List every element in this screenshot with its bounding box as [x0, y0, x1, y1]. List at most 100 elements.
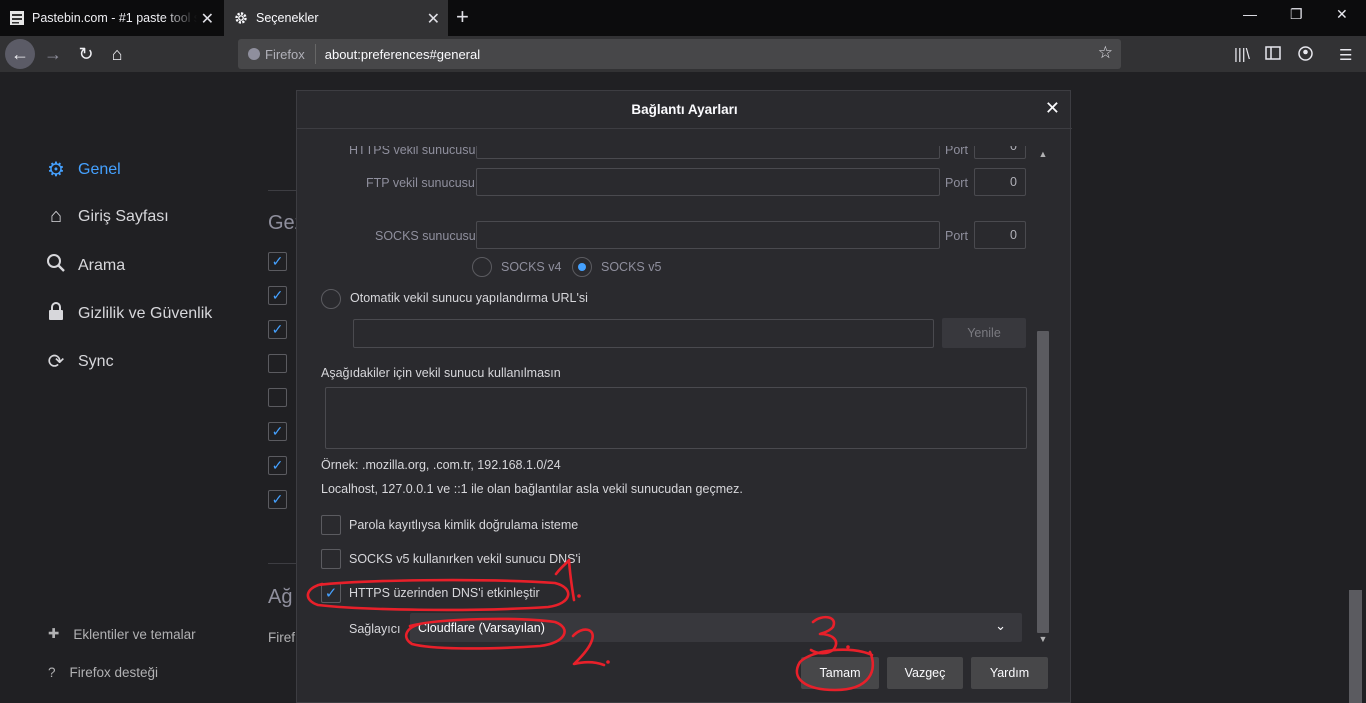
- background-checkbox[interactable]: ✓: [268, 456, 287, 475]
- nav-bar: ← → ↻ ⌂ Firefox about:preferences#genera…: [0, 36, 1366, 72]
- sidebar-item-label: Arama: [78, 257, 126, 274]
- scroll-up-icon[interactable]: ▲: [1037, 149, 1049, 159]
- sync-icon: ⟳: [47, 351, 65, 373]
- background-checkbox[interactable]: ✓: [268, 490, 287, 509]
- back-button[interactable]: ←: [5, 39, 35, 69]
- section-text: Firef: [268, 630, 295, 645]
- ftp-proxy-label: FTP vekil sunucusu: [366, 176, 475, 190]
- minimize-button[interactable]: —: [1243, 6, 1257, 22]
- bookmark-star-icon[interactable]: ☆: [1098, 43, 1113, 63]
- section-heading: Ağ: [268, 586, 293, 608]
- sidebar-icon[interactable]: [1265, 46, 1281, 64]
- cancel-button[interactable]: Vazgeç: [887, 657, 963, 689]
- close-icon[interactable]: ✕: [1045, 98, 1060, 119]
- no-auth-prompt-label: Parola kayıtlıysa kimlik doğrulama istem…: [349, 518, 579, 532]
- scroll-down-icon[interactable]: ▼: [1037, 634, 1049, 644]
- background-checkbox[interactable]: [268, 388, 287, 407]
- new-tab-button[interactable]: +: [456, 4, 469, 30]
- socks-v4-radio[interactable]: [472, 257, 492, 277]
- restore-button[interactable]: ❐: [1290, 6, 1303, 23]
- connection-settings-dialog: Bağlantı Ayarları ✕ HTTPS vekil sunucusu…: [296, 90, 1072, 703]
- dns-over-https-label: HTTPS üzerinden DNS'i etkinleştir: [349, 586, 540, 600]
- divider: [268, 190, 296, 191]
- close-tab-icon[interactable]: ✕: [201, 9, 214, 29]
- home-icon: ⌂: [111, 43, 123, 64]
- ok-button[interactable]: Tamam: [801, 657, 879, 689]
- lock-icon: [44, 301, 68, 327]
- socks-host-input[interactable]: [476, 221, 940, 249]
- reload-button[interactable]: ↻: [71, 39, 101, 69]
- dialog-title: Bağlantı Ayarları: [297, 91, 1072, 129]
- help-button[interactable]: Yardım: [971, 657, 1048, 689]
- page-scrollbar[interactable]: [1349, 590, 1362, 703]
- sidebar-item-label: Sync: [78, 352, 114, 370]
- url-text[interactable]: about:preferences#general: [316, 47, 480, 62]
- pastebin-favicon-icon: [10, 11, 24, 25]
- sidebar-item-search[interactable]: Arama: [44, 253, 125, 279]
- search-icon: [44, 253, 68, 279]
- no-auth-prompt-checkbox[interactable]: [321, 515, 341, 535]
- gear-icon: ⚙: [47, 159, 65, 181]
- background-checkbox[interactable]: ✓: [268, 320, 287, 339]
- socks-port-input[interactable]: 0: [974, 221, 1026, 249]
- background-checkbox[interactable]: [268, 354, 287, 373]
- account-icon[interactable]: [1298, 46, 1313, 65]
- tab-strip: Pastebin.com - #1 paste tool since 2002!…: [0, 0, 1366, 36]
- sidebar-item-sync[interactable]: ⟳ Sync: [44, 349, 114, 374]
- sidebar-item-general[interactable]: ⚙ Genel: [44, 157, 121, 182]
- port-label: Port: [945, 229, 968, 243]
- sidebar-item-label: Giriş Sayfası: [78, 207, 169, 225]
- socks-host-label: SOCKS sunucusu: [375, 229, 476, 243]
- socks-v5-label: SOCKS v5: [601, 260, 662, 274]
- sidebar-item-label: Gizlilik ve Güvenlik: [78, 305, 213, 322]
- footer-link-label: Eklentiler ve temalar: [73, 626, 196, 642]
- forward-button[interactable]: →: [38, 39, 68, 69]
- sidebar-item-label: Genel: [78, 160, 121, 178]
- footer-link-addons[interactable]: ✚ Eklentiler ve temalar: [48, 626, 196, 642]
- no-proxy-textarea[interactable]: [325, 387, 1027, 449]
- auto-proxy-radio[interactable]: [321, 289, 341, 309]
- home-icon: ⌂: [49, 205, 63, 227]
- menu-icon[interactable]: ☰: [1339, 46, 1352, 64]
- library-icon[interactable]: |||\: [1234, 46, 1250, 63]
- localhost-note: Localhost, 127.0.0.1 ve ::1 ile olan bağ…: [321, 482, 743, 496]
- tab-preferences[interactable]: Seçenekler ✕: [224, 0, 448, 36]
- home-button[interactable]: ⌂: [102, 39, 132, 69]
- provider-label: Sağlayıcı: [349, 622, 401, 636]
- background-checkbox[interactable]: ✓: [268, 422, 287, 441]
- reload-button[interactable]: Yenile: [942, 318, 1026, 348]
- sidebar-item-home[interactable]: ⌂ Giriş Sayfası: [44, 205, 169, 228]
- chevron-down-icon: ⌄: [995, 618, 1006, 633]
- socks-dns-label: SOCKS v5 kullanırken vekil sunucu DNS'i: [349, 552, 581, 566]
- socks-v5-radio[interactable]: [572, 257, 592, 277]
- no-proxy-label: Aşağıdakiler için vekil sunucu kullanılm…: [321, 366, 561, 380]
- background-checkbox[interactable]: ✓: [268, 286, 287, 305]
- arrow-left-icon: ←: [11, 43, 29, 64]
- dialog-scrollbar-thumb[interactable]: [1037, 331, 1049, 633]
- auto-proxy-url-input[interactable]: [353, 319, 934, 348]
- puzzle-icon: ✚: [48, 626, 60, 641]
- background-checkbox[interactable]: ✓: [268, 252, 287, 271]
- identity-box[interactable]: Firefox: [238, 44, 316, 64]
- provider-select[interactable]: Cloudflare (Varsayılan) ⌄: [410, 613, 1022, 642]
- divider: [268, 563, 296, 564]
- auto-proxy-label: Otomatik vekil sunucu yapılandırma URL's…: [350, 291, 588, 305]
- ftp-proxy-input[interactable]: [476, 168, 940, 196]
- port-label: Port: [945, 176, 968, 190]
- url-bar[interactable]: Firefox about:preferences#general ☆: [238, 39, 1121, 69]
- close-window-button[interactable]: ✕: [1336, 6, 1348, 23]
- example-text: Örnek: .mozilla.org, .com.tr, 192.168.1.…: [321, 458, 561, 472]
- tab-pastebin[interactable]: Pastebin.com - #1 paste tool since 2002!…: [0, 0, 222, 36]
- tab-title: Seçenekler: [256, 11, 319, 25]
- dns-over-https-checkbox[interactable]: ✓: [321, 583, 341, 603]
- close-tab-icon[interactable]: ✕: [427, 9, 440, 29]
- gear-icon: [234, 11, 248, 25]
- reload-icon: ↻: [78, 43, 94, 64]
- ftp-port-input[interactable]: 0: [974, 168, 1026, 196]
- identity-label: Firefox: [265, 46, 305, 62]
- footer-link-support[interactable]: ? Firefox desteği: [48, 665, 158, 680]
- firefox-logo-icon: [248, 48, 260, 60]
- socks-dns-checkbox[interactable]: [321, 549, 341, 569]
- footer-link-label: Firefox desteği: [69, 665, 159, 680]
- sidebar-item-privacy[interactable]: Gizlilik ve Güvenlik: [44, 301, 212, 327]
